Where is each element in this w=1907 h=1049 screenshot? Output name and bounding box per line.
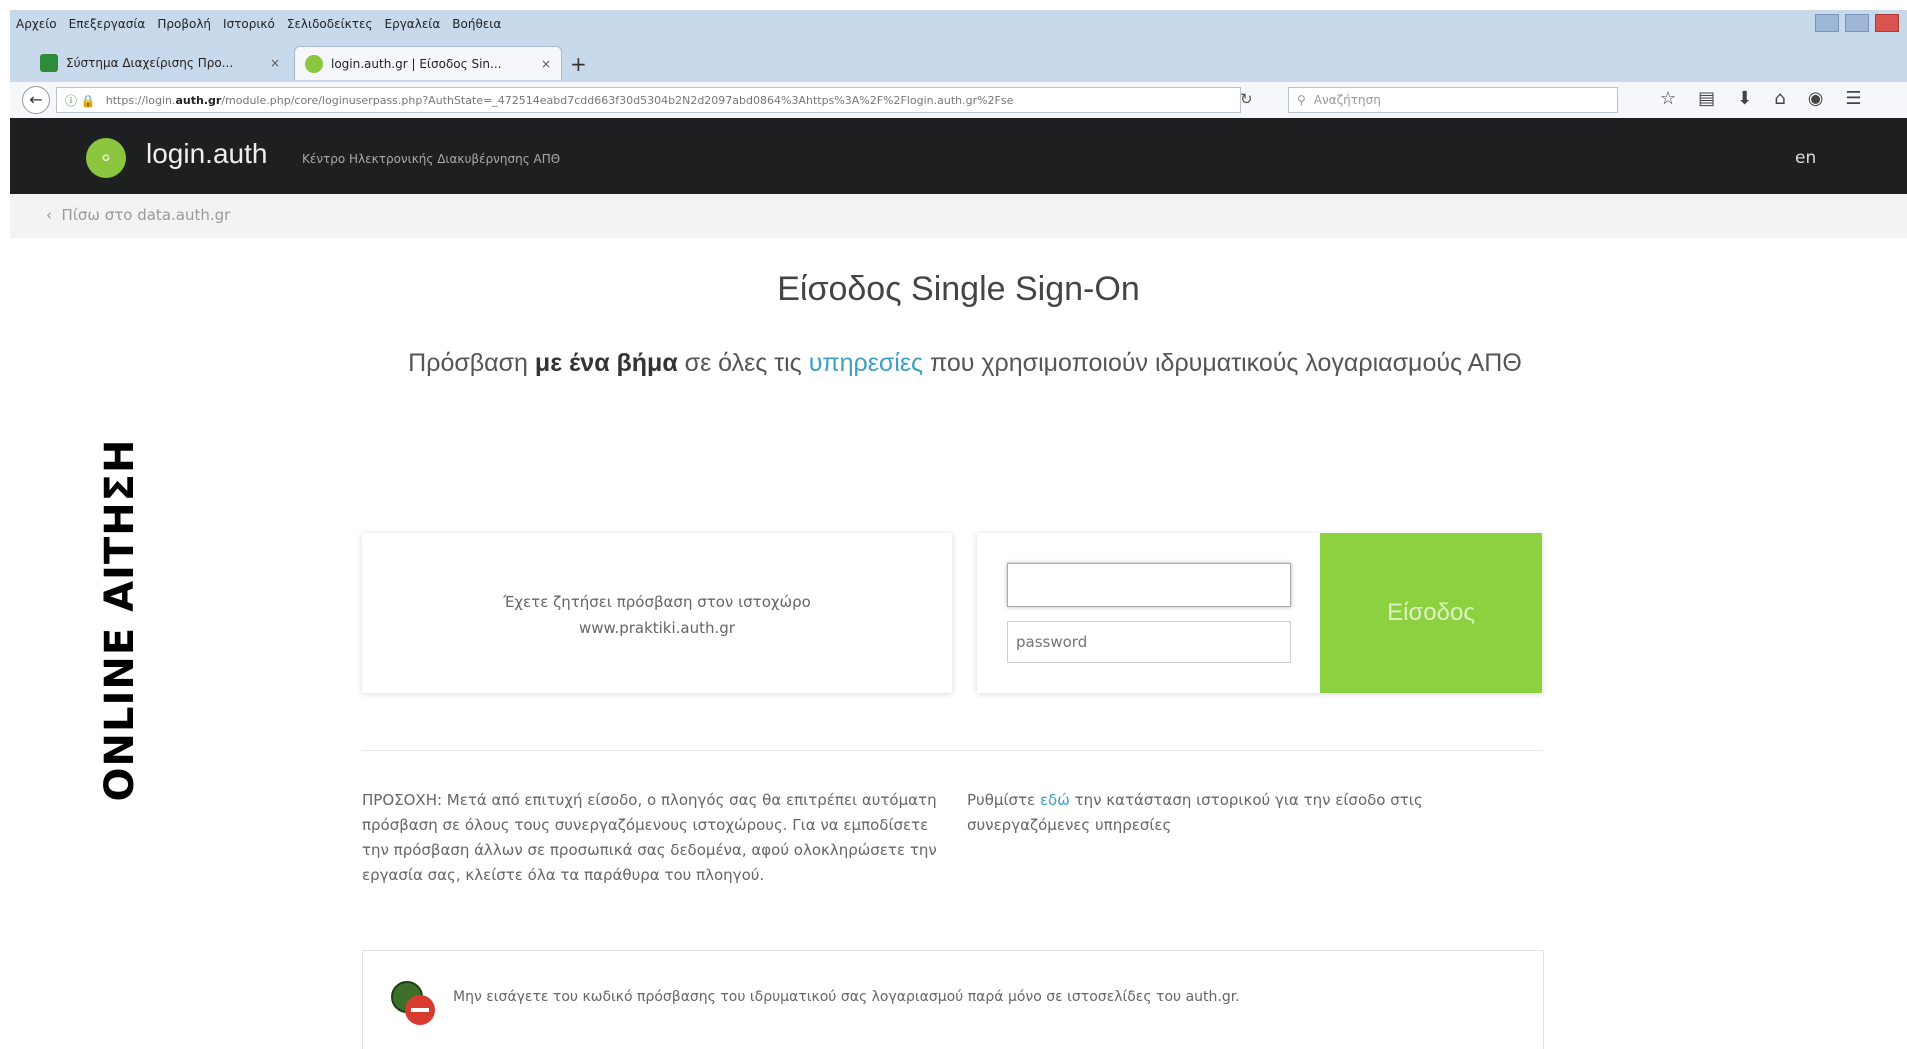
menu-view[interactable]: Προβολή (151, 17, 217, 31)
menu-help[interactable]: Βοήθεια (446, 17, 507, 31)
breadcrumb: ‹ Πίσω στο data.auth.gr (10, 194, 1907, 238)
lock-icon: ⓘ 🔒 (65, 93, 96, 108)
back-arrow-icon[interactable]: ← (22, 86, 50, 114)
tab-close-icon[interactable]: × (541, 57, 551, 71)
login-form: Είσοδος (977, 533, 1542, 693)
reading-list-icon[interactable]: ▤ (1698, 88, 1715, 109)
tab-close-icon[interactable]: × (270, 56, 280, 70)
bookmark-star-icon[interactable]: ☆ (1660, 88, 1676, 109)
login-button[interactable]: Είσοδος (1320, 533, 1542, 693)
tagline: Πρόσβαση με ένα βήμα σε όλες τις υπηρεσί… (408, 349, 1522, 377)
pocket-icon[interactable]: ◉ (1808, 88, 1824, 109)
site-brand[interactable]: login.auth (146, 138, 267, 170)
spreadsheet-favicon-icon (40, 54, 58, 72)
password-warning-text: Μην εισάγετε του κωδικό πρόσβασης του ιδ… (453, 989, 1240, 1005)
login-favicon-icon (305, 54, 323, 73)
history-settings-link[interactable]: εδώ (1040, 791, 1070, 809)
menu-edit[interactable]: Επεξεργασία (63, 17, 152, 31)
tab-bar: Σύστημα Διαχείρισης Προ... × login.auth.… (10, 38, 1907, 82)
tab-login-auth[interactable]: login.auth.gr | Είσοδος Sin... × (294, 46, 562, 80)
navigation-bar: ← ⓘ 🔒 https://login.auth.gr/module.php/c… (10, 82, 1907, 119)
menu-bar: Αρχείο Επεξεργασία Προβολή Ιστορικό Σελι… (10, 10, 1907, 38)
menu-bookmarks[interactable]: Σελιδοδείκτες (281, 17, 379, 31)
password-warning-box: Μην εισάγετε του κωδικό πρόσβασης του ιδ… (362, 950, 1544, 1049)
request-text: Έχετε ζητήσει πρόσβαση στον ιστοχώρο (503, 593, 811, 611)
search-placeholder: Αναζήτηση (1313, 93, 1381, 107)
history-notice: Ρυθμίστε εδώ την κατάσταση ιστορικού για… (967, 791, 1423, 834)
security-notice: ΠΡΟΣΟΧΗ: Μετά από επιτυχή είσοδο, ο πλοη… (362, 791, 937, 884)
requested-site: www.praktiki.auth.gr (579, 619, 735, 637)
password-input[interactable] (1007, 621, 1291, 663)
minimize-button[interactable] (1815, 14, 1839, 32)
access-request-card: Έχετε ζητήσει πρόσβαση στον ιστοχώρο www… (362, 533, 952, 693)
download-icon[interactable]: ⬇ (1737, 88, 1752, 109)
site-header: ⚬ login.auth Κέντρο Ηλεκτρονικής Διακυβέ… (10, 118, 1907, 194)
browser-window: Αρχείο Επεξεργασία Προβολή Ιστορικό Σελι… (10, 10, 1907, 1049)
toolbar-icons: ☆ ▤ ⬇ ⌂ ◉ ☰ (1660, 88, 1862, 109)
language-switch-link[interactable]: en (1795, 148, 1816, 168)
url-text: https://login.auth.gr/module.php/core/lo… (105, 93, 1014, 107)
search-icon: ⚲ (1297, 93, 1306, 107)
tab-label: login.auth.gr | Είσοδος Sin... (331, 56, 502, 71)
login-logo-icon[interactable]: ⚬ (86, 138, 126, 178)
reload-icon[interactable]: ↻ (1240, 90, 1253, 108)
menu-tools[interactable]: Εργαλεία (379, 17, 447, 31)
warning-icon (391, 981, 437, 1025)
home-icon[interactable]: ⌂ (1774, 88, 1785, 109)
divider (362, 750, 1542, 751)
tab-management-system[interactable]: Σύστημα Διαχείρισης Προ... × (30, 46, 290, 80)
services-link[interactable]: υπηρεσίες (809, 349, 923, 377)
site-subtitle: Κέντρο Ηλεκτρονικής Διακυβέρνησης ΑΠΘ (302, 152, 561, 166)
page-title: Είσοδος Single Sign-On (777, 270, 1140, 308)
maximize-button[interactable] (1845, 14, 1869, 32)
search-input[interactable]: ⚲ Αναζήτηση (1288, 87, 1618, 113)
window-controls (1815, 14, 1899, 32)
new-tab-button[interactable]: + (570, 52, 587, 76)
username-input[interactable] (1007, 563, 1291, 607)
hamburger-menu-icon[interactable]: ☰ (1845, 88, 1861, 109)
back-to-data-link[interactable]: ‹ Πίσω στο data.auth.gr (46, 206, 230, 224)
tab-label: Σύστημα Διαχείρισης Προ... (66, 56, 234, 70)
close-window-button[interactable] (1875, 14, 1899, 32)
menu-file[interactable]: Αρχείο (10, 17, 63, 31)
online-application-label: ONLINE ΑΙΤΗΣΗ (97, 438, 143, 802)
menu-history[interactable]: Ιστορικό (217, 17, 281, 31)
url-bar[interactable]: ⓘ 🔒 https://login.auth.gr/module.php/cor… (56, 87, 1241, 113)
